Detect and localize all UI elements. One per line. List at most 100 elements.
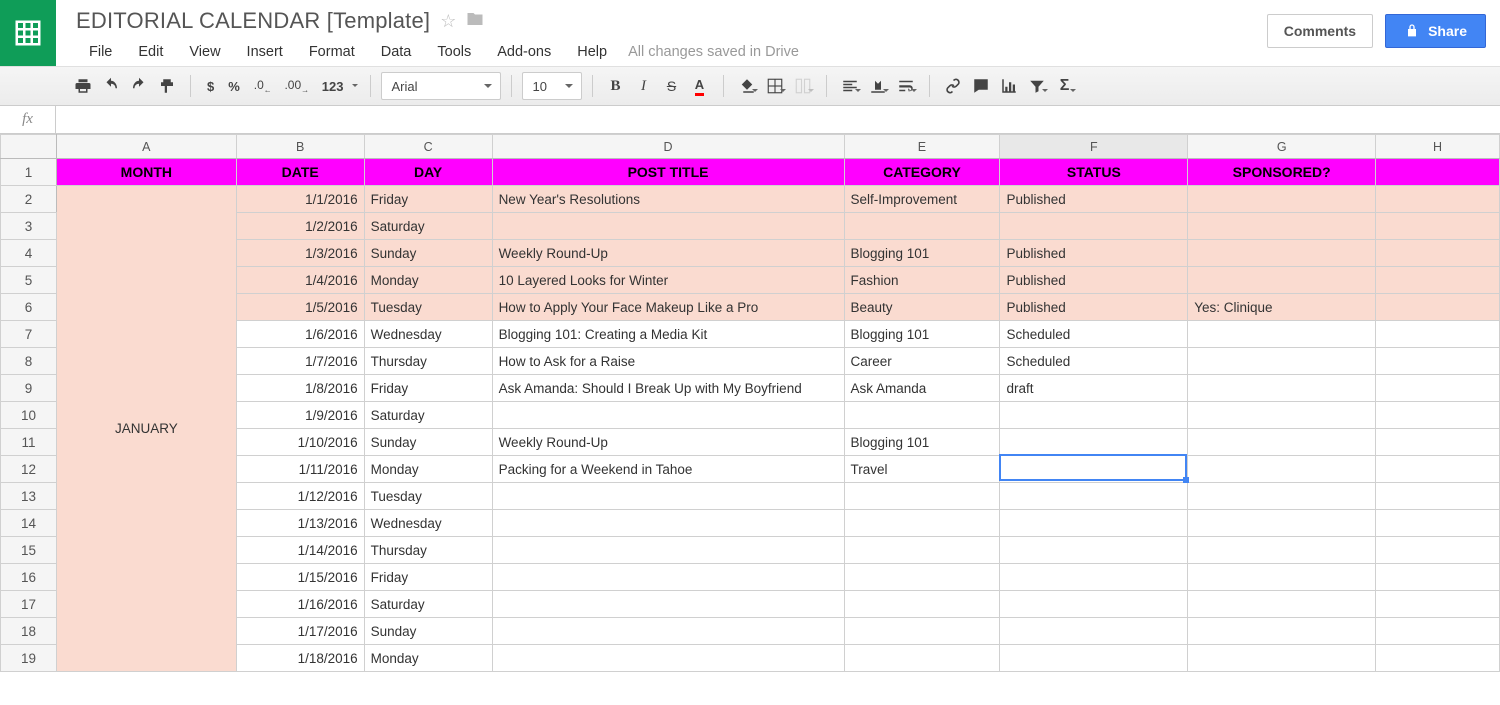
cell[interactable]: Friday bbox=[364, 564, 492, 591]
menu-view[interactable]: View bbox=[176, 40, 233, 64]
cell[interactable]: Monday bbox=[364, 645, 492, 672]
cell[interactable] bbox=[1000, 402, 1188, 429]
italic-button[interactable]: I bbox=[631, 72, 657, 100]
filter-button[interactable] bbox=[1024, 72, 1050, 100]
vertical-align-button[interactable] bbox=[865, 72, 891, 100]
cell[interactable] bbox=[844, 213, 1000, 240]
select-all-corner[interactable] bbox=[1, 135, 57, 159]
comments-button[interactable]: Comments bbox=[1267, 14, 1373, 48]
bold-button[interactable]: B bbox=[603, 72, 629, 100]
cell[interactable] bbox=[1188, 483, 1376, 510]
cell[interactable] bbox=[844, 618, 1000, 645]
header-cell[interactable]: DAY bbox=[364, 159, 492, 186]
cell[interactable]: 1/3/2016 bbox=[236, 240, 364, 267]
format-currency-button[interactable]: $ bbox=[201, 72, 220, 100]
cell[interactable]: Tuesday bbox=[364, 294, 492, 321]
row-header[interactable]: 11 bbox=[1, 429, 57, 456]
cell[interactable]: Monday bbox=[364, 456, 492, 483]
star-icon[interactable]: ☆ bbox=[440, 11, 456, 32]
cell[interactable] bbox=[1188, 213, 1376, 240]
cell[interactable]: Fashion bbox=[844, 267, 1000, 294]
cell[interactable] bbox=[492, 402, 844, 429]
borders-button[interactable] bbox=[762, 72, 788, 100]
cell[interactable]: Ask Amanda bbox=[844, 375, 1000, 402]
horizontal-align-button[interactable] bbox=[837, 72, 863, 100]
header-cell[interactable]: STATUS bbox=[1000, 159, 1188, 186]
cell[interactable]: 1/5/2016 bbox=[236, 294, 364, 321]
cell[interactable]: 1/17/2016 bbox=[236, 618, 364, 645]
increase-decimal-button[interactable]: .00→ bbox=[280, 72, 314, 100]
col-header-F[interactable]: F bbox=[1000, 135, 1188, 159]
cell[interactable] bbox=[1188, 645, 1376, 672]
cell[interactable]: Published bbox=[1000, 186, 1188, 213]
cell[interactable] bbox=[492, 483, 844, 510]
cell[interactable]: Ask Amanda: Should I Break Up with My Bo… bbox=[492, 375, 844, 402]
cell[interactable]: Published bbox=[1000, 267, 1188, 294]
col-header-C[interactable]: C bbox=[364, 135, 492, 159]
row-header[interactable]: 5 bbox=[1, 267, 57, 294]
cell[interactable]: 1/10/2016 bbox=[236, 429, 364, 456]
fill-color-button[interactable] bbox=[734, 72, 760, 100]
cell[interactable]: Saturday bbox=[364, 591, 492, 618]
cell[interactable]: Yes: Clinique bbox=[1188, 294, 1376, 321]
row-header[interactable]: 1 bbox=[1, 159, 57, 186]
cell[interactable]: 1/4/2016 bbox=[236, 267, 364, 294]
cell[interactable]: Weekly Round-Up bbox=[492, 429, 844, 456]
cell[interactable]: How to Ask for a Raise bbox=[492, 348, 844, 375]
font-selector[interactable]: Arial bbox=[381, 72, 501, 100]
insert-link-button[interactable] bbox=[940, 72, 966, 100]
cell[interactable]: Published bbox=[1000, 240, 1188, 267]
menu-file[interactable]: File bbox=[76, 40, 125, 64]
cell[interactable]: Thursday bbox=[364, 537, 492, 564]
col-header-A[interactable]: A bbox=[56, 135, 236, 159]
cell[interactable]: 1/12/2016 bbox=[236, 483, 364, 510]
menu-data[interactable]: Data bbox=[368, 40, 425, 64]
cell[interactable]: Sunday bbox=[364, 240, 492, 267]
cell[interactable] bbox=[844, 510, 1000, 537]
cell[interactable] bbox=[1000, 618, 1188, 645]
cell[interactable] bbox=[844, 645, 1000, 672]
cell[interactable] bbox=[1376, 510, 1500, 537]
cell[interactable]: 1/15/2016 bbox=[236, 564, 364, 591]
cell[interactable]: draft bbox=[1000, 375, 1188, 402]
row-header[interactable]: 3 bbox=[1, 213, 57, 240]
cell[interactable]: Wednesday bbox=[364, 321, 492, 348]
col-header-G[interactable]: G bbox=[1188, 135, 1376, 159]
cell[interactable]: Blogging 101 bbox=[844, 321, 1000, 348]
cell[interactable] bbox=[1188, 591, 1376, 618]
cell[interactable]: Sunday bbox=[364, 618, 492, 645]
row-header[interactable]: 14 bbox=[1, 510, 57, 537]
cell[interactable]: Thursday bbox=[364, 348, 492, 375]
cell[interactable]: Saturday bbox=[364, 213, 492, 240]
cell[interactable] bbox=[1376, 294, 1500, 321]
cell[interactable] bbox=[844, 402, 1000, 429]
insert-chart-button[interactable] bbox=[996, 72, 1022, 100]
menu-insert[interactable]: Insert bbox=[234, 40, 296, 64]
cell[interactable]: Travel bbox=[844, 456, 1000, 483]
cell[interactable] bbox=[492, 591, 844, 618]
row-header[interactable]: 19 bbox=[1, 645, 57, 672]
menu-edit[interactable]: Edit bbox=[125, 40, 176, 64]
cell[interactable] bbox=[1188, 402, 1376, 429]
cell[interactable]: Sunday bbox=[364, 429, 492, 456]
cell[interactable] bbox=[1376, 348, 1500, 375]
cell[interactable]: Friday bbox=[364, 186, 492, 213]
month-cell[interactable]: JANUARY bbox=[56, 186, 236, 672]
cell[interactable] bbox=[1000, 213, 1188, 240]
cell[interactable]: 1/18/2016 bbox=[236, 645, 364, 672]
cell[interactable]: 1/6/2016 bbox=[236, 321, 364, 348]
cell[interactable] bbox=[1000, 537, 1188, 564]
cell[interactable] bbox=[844, 483, 1000, 510]
cell[interactable] bbox=[1376, 267, 1500, 294]
cell[interactable] bbox=[492, 537, 844, 564]
cell[interactable] bbox=[1188, 564, 1376, 591]
cell[interactable] bbox=[1188, 375, 1376, 402]
cell[interactable] bbox=[1188, 537, 1376, 564]
cell[interactable] bbox=[1188, 321, 1376, 348]
folder-icon[interactable] bbox=[466, 10, 484, 33]
row-header[interactable]: 8 bbox=[1, 348, 57, 375]
cell[interactable]: Saturday bbox=[364, 402, 492, 429]
cell[interactable]: Tuesday bbox=[364, 483, 492, 510]
cell[interactable]: 1/2/2016 bbox=[236, 213, 364, 240]
cell[interactable] bbox=[1188, 186, 1376, 213]
